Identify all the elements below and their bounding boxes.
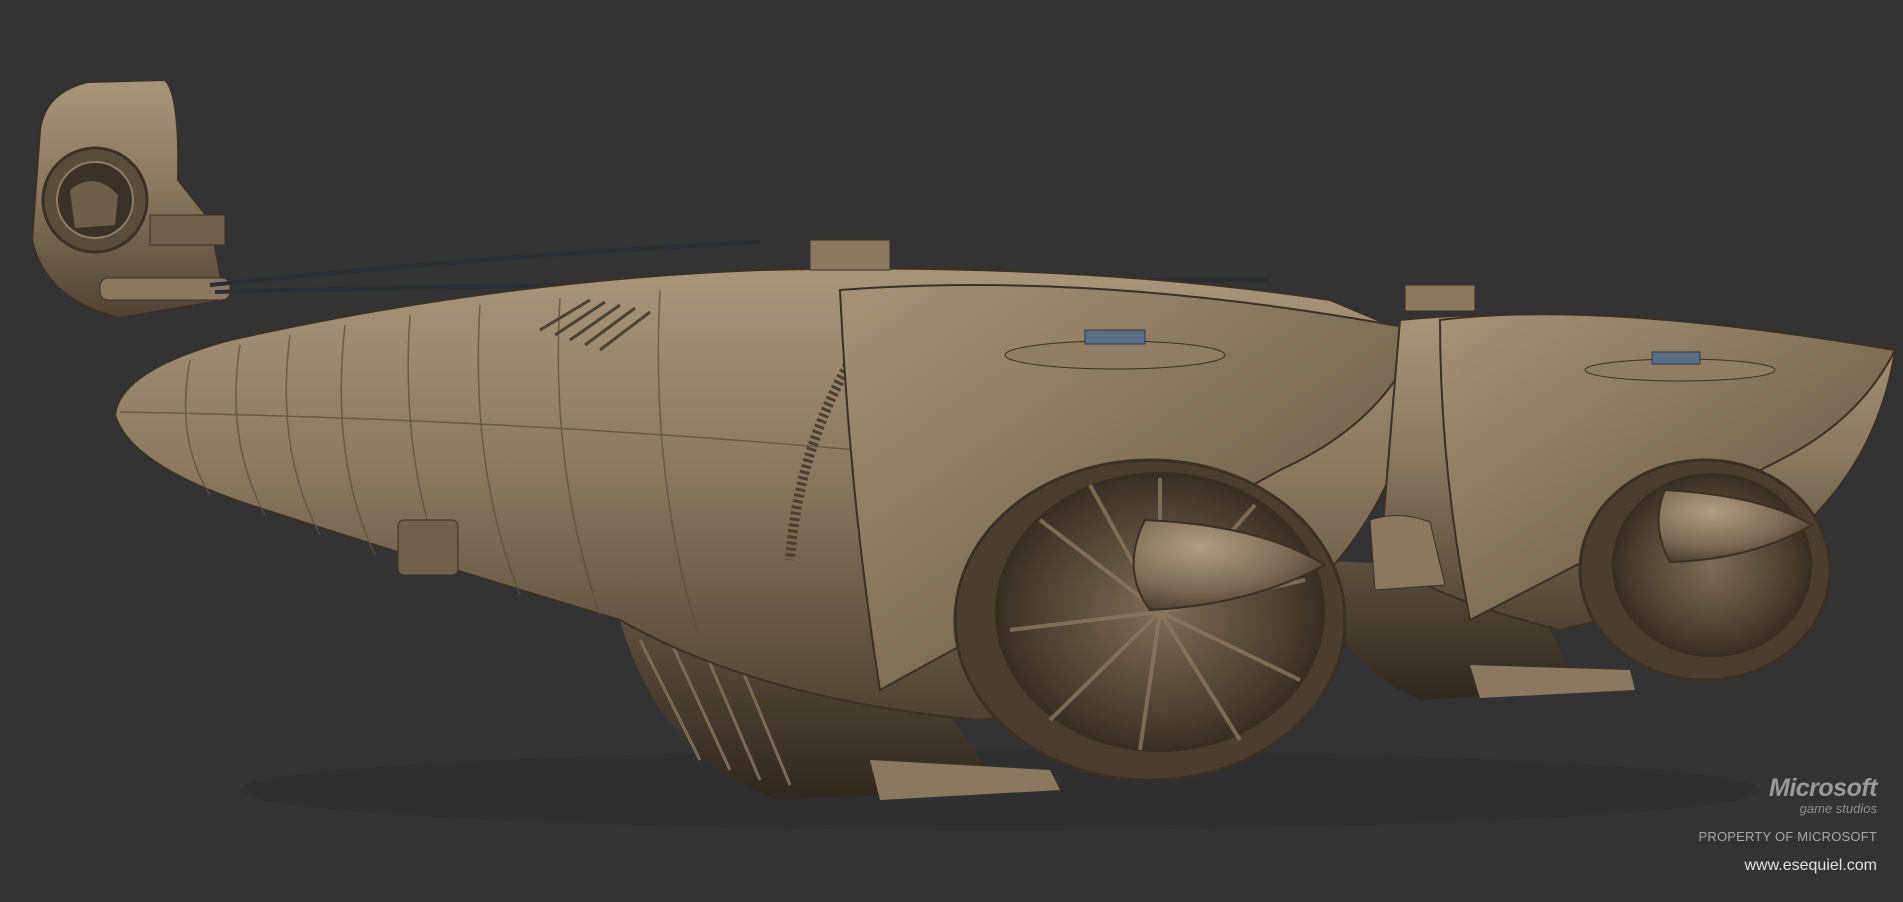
top-mount-left xyxy=(809,239,891,271)
website-url: www.esequiel.com xyxy=(1744,857,1878,874)
left-cowl-pod xyxy=(1004,340,1226,370)
microsoft-game-studios-logo: Microsoft game studios xyxy=(1769,774,1878,816)
right-cowl-sensor xyxy=(1651,351,1701,365)
logo-brand: Microsoft xyxy=(1769,774,1878,802)
top-mount-right xyxy=(1404,284,1476,312)
render-scene: Microsoft game studios PROPERTY OF MICRO… xyxy=(0,0,1903,902)
left-cowl-sensor xyxy=(1084,329,1146,345)
logo-division: game studios xyxy=(1799,801,1877,816)
property-notice: PROPERTY OF MICROSOFT xyxy=(1698,829,1877,844)
cockpit-pod xyxy=(30,78,231,320)
hull-hatch xyxy=(397,519,459,576)
podracer-render xyxy=(30,78,1897,830)
left-engine-intake xyxy=(953,458,1347,782)
